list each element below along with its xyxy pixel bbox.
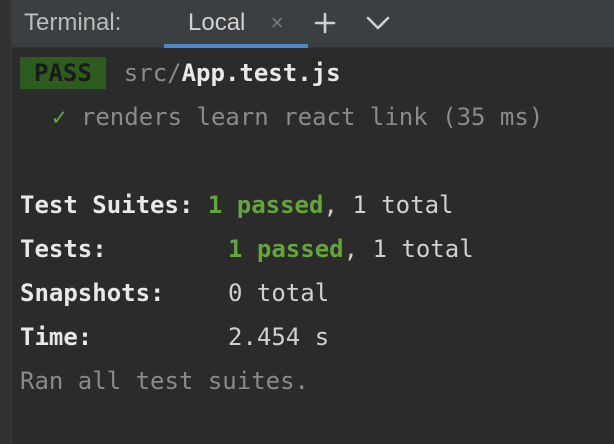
file-name: App.test.js (181, 59, 341, 87)
summary-label: Tests: (20, 235, 107, 263)
time-value: 2.454 s (228, 323, 330, 351)
passed-count: 1 passed (207, 191, 324, 219)
terminal-window: Terminal: Local × PASS src/App.test.js ✓ … (0, 0, 614, 444)
summary-label: Time: (20, 323, 93, 351)
test-case-name: renders learn react link (35 ms) (80, 103, 544, 131)
summary-test-suites: Test Suites: 1 passed, 1 total (20, 189, 453, 221)
close-icon[interactable]: × (268, 10, 286, 36)
total-count: , 1 total (323, 191, 454, 219)
file-path-prefix: src/ (123, 59, 182, 87)
check-icon: ✓ (52, 103, 67, 131)
footer-message: Ran all test suites. (20, 365, 309, 397)
test-file-result: PASS src/App.test.js (20, 57, 341, 89)
snapshots-value: 0 total (228, 279, 330, 307)
summary-time: Time: 2.454 s (20, 321, 329, 353)
summary-snapshots: Snapshots: 0 total (20, 277, 329, 309)
footer-text: Ran all test suites. (20, 367, 309, 395)
summary-label: Snapshots: (20, 279, 165, 307)
terminal-output[interactable]: PASS src/App.test.js ✓ renders learn reac… (12, 48, 614, 444)
new-tab-button[interactable] (309, 8, 341, 38)
tab-local[interactable]: Local × (164, 0, 308, 48)
terminal-title: Terminal: (24, 9, 122, 36)
terminal-tab-bar: Terminal: Local × (12, 0, 614, 48)
total-count: , 1 total (343, 235, 474, 263)
tab-local-label: Local (188, 9, 246, 36)
tab-options-button[interactable] (362, 8, 394, 38)
summary-tests: Tests: 1 passed, 1 total (20, 233, 474, 265)
summary-label: Test Suites: (20, 191, 194, 219)
plus-icon (314, 12, 336, 34)
passed-count: 1 passed (228, 235, 344, 263)
status-badge: PASS (20, 57, 106, 89)
test-case-row: ✓ renders learn react link (35 ms) (52, 101, 543, 133)
chevron-down-icon (366, 16, 390, 30)
tool-window-edge (0, 0, 12, 444)
